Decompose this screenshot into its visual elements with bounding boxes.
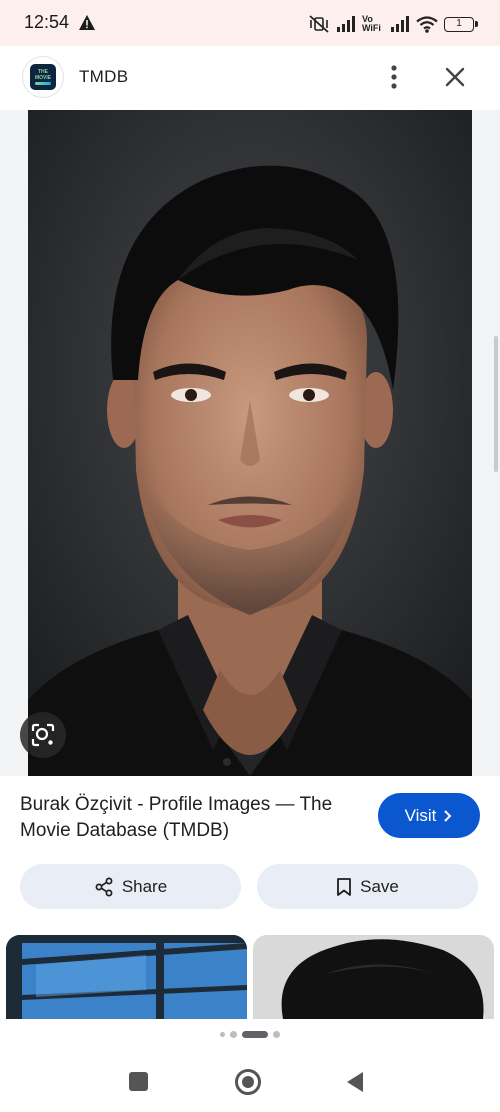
app-header: THE MOVIE TMDB [0,46,500,110]
result-title[interactable]: Burak Özçivit - Profile Images — The Mov… [20,792,360,844]
status-icons: Vo WiFi 1 [308,12,478,36]
signal-icon [391,16,409,32]
visit-button[interactable]: Visit [378,793,480,838]
visit-label: Visit [404,805,437,825]
share-button[interactable]: Share [20,864,241,909]
signal-icon [337,16,355,32]
tmdb-logo-icon: THE MOVIE [30,64,56,90]
chevron-right-icon [444,809,452,822]
recent-apps-button[interactable] [129,1072,148,1091]
share-icon [95,877,113,896]
back-button[interactable] [345,1071,365,1093]
battery-icon: 1 [444,16,478,32]
lens-search-button[interactable] [20,712,66,758]
bottom-panel [0,1019,500,1112]
home-icon [242,1076,254,1088]
site-name[interactable]: TMDB [79,67,128,87]
save-label: Save [360,876,399,896]
pager-dot[interactable] [220,1032,225,1037]
pager-dot-active[interactable] [242,1031,268,1038]
bookmark-icon [337,877,352,896]
wifi-icon [416,15,438,33]
scroll-indicator[interactable] [494,336,498,472]
home-button[interactable] [235,1069,261,1095]
more-vert-icon[interactable] [380,60,408,94]
image-viewer [0,110,500,776]
mute-vibrate-icon [309,15,329,33]
close-icon[interactable] [438,60,472,94]
related-image-thumbnail[interactable] [253,935,494,1019]
pager-dot[interactable] [230,1031,237,1038]
warning-icon [79,15,95,30]
save-button[interactable]: Save [257,864,478,909]
site-logo[interactable]: THE MOVIE [22,56,64,98]
profile-photo[interactable] [28,110,472,776]
vowifi-label: Vo WiFi [362,14,381,33]
logo-line-2: MOVIE [34,75,52,81]
image-pager [0,1031,500,1038]
lens-icon [31,723,55,747]
related-image-thumbnail[interactable] [6,935,247,1019]
pager-dot[interactable] [273,1031,280,1038]
share-label: Share [121,876,168,896]
logo-bar [35,82,51,85]
status-bar: 12:54 Vo WiFi 1 [0,0,500,46]
status-time: 12:54 [24,12,70,32]
